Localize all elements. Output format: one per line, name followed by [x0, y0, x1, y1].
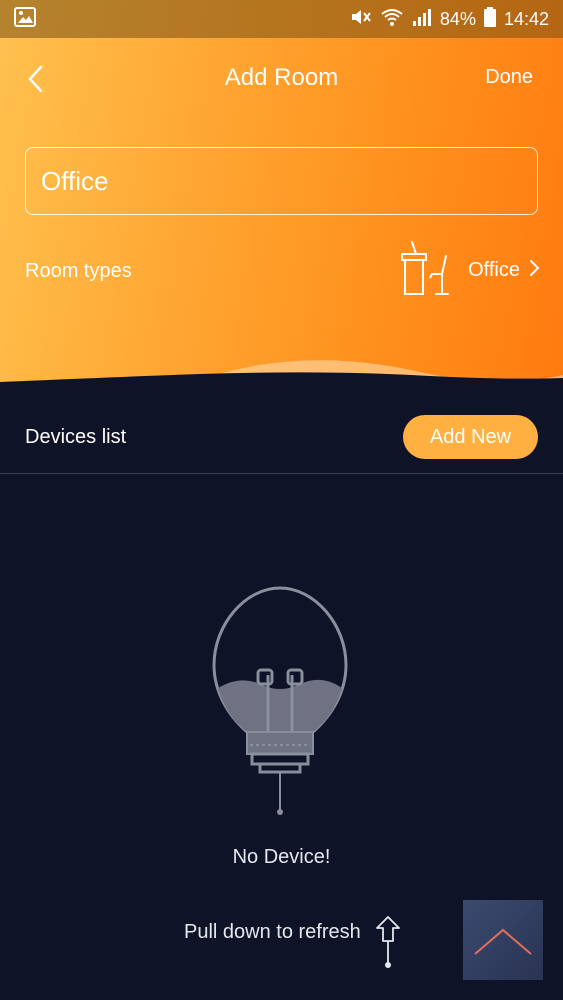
battery-percent: 84%: [439, 8, 476, 29]
room-type-selector[interactable]: Office: [398, 240, 540, 300]
office-desk-chair-icon: [398, 240, 454, 301]
header-wave: [0, 360, 563, 390]
room-types-label: Room types: [25, 260, 132, 282]
room-types-row[interactable]: Room types Office: [25, 240, 540, 300]
pull-to-refresh-hint: Pull down to refresh: [184, 915, 401, 975]
wifi-icon: [380, 7, 404, 32]
chevron-right-icon: [528, 259, 540, 282]
scroll-to-top-button[interactable]: [463, 900, 543, 980]
room-type-value: Office: [468, 258, 520, 281]
pull-up-arrow-icon: [375, 915, 401, 974]
status-bar: 84% 14:42: [0, 0, 563, 38]
no-device-message: No Device!: [232, 846, 331, 868]
clock: 14:42: [503, 8, 549, 29]
devices-list-header: Devices list Add New: [0, 410, 563, 474]
room-name-input[interactable]: [25, 147, 538, 215]
battery-icon: [483, 6, 496, 32]
pull-to-refresh-text: Pull down to refresh: [184, 921, 361, 943]
top-bar: Add Room Done: [0, 52, 563, 104]
chevron-up-icon: [474, 928, 532, 955]
header-banner: 84% 14:42 Add Room Done Room types: [0, 0, 563, 390]
gallery-notification-icon: [14, 6, 36, 32]
devices-list-label: Devices list: [25, 426, 127, 448]
signal-icon: [412, 7, 432, 32]
page-title: Add Room: [224, 64, 339, 91]
add-new-button[interactable]: Add New: [403, 415, 538, 459]
light-bulb-icon: [212, 586, 348, 815]
done-button[interactable]: Done: [485, 66, 533, 89]
mute-icon: [350, 7, 372, 32]
